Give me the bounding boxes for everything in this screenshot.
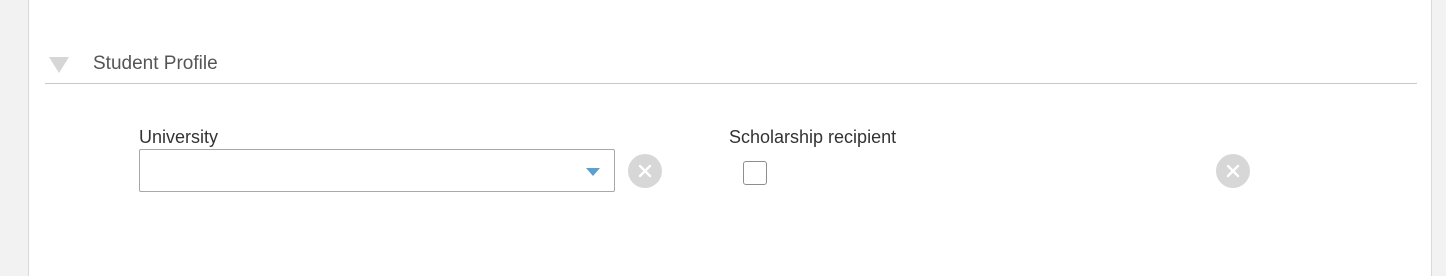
chevron-down-icon[interactable] — [586, 168, 600, 176]
clear-university-button[interactable] — [628, 154, 662, 188]
form-panel: Student Profile University Scholarship r… — [28, 0, 1432, 276]
clear-scholarship-button[interactable] — [1216, 154, 1250, 188]
scholarship-recipient-checkbox[interactable] — [743, 161, 767, 185]
clear-icon — [1226, 164, 1240, 178]
scholarship-recipient-label: Scholarship recipient — [729, 127, 897, 147]
triangle-down-icon[interactable] — [49, 57, 69, 73]
section-header-student-profile[interactable]: Student Profile — [45, 44, 1417, 84]
university-select[interactable] — [139, 149, 615, 192]
university-label: University — [139, 127, 219, 147]
clear-icon — [638, 164, 652, 178]
section-title[interactable]: Student Profile — [93, 52, 218, 76]
